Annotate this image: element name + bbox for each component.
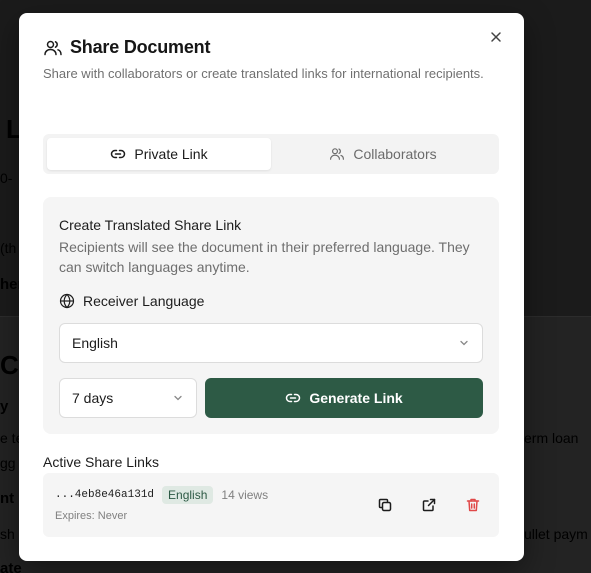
share-link-row: ...4eb8e46a131d English 14 views Expires… [43,473,499,537]
receiver-language-select[interactable]: English [59,323,483,363]
close-icon [490,31,502,43]
users-icon [43,38,63,58]
card-title: Create Translated Share Link [59,217,242,233]
share-document-dialog: Share Document Share with collaborators … [19,13,524,561]
background-fragment: (th [0,240,17,256]
dialog-header: Share Document Share with collaborators … [43,37,484,83]
background-fragment: 0- [0,170,13,186]
background-fragment: sh [0,526,15,542]
tab-label: Collaborators [353,146,437,162]
receiver-language-label: Receiver Language [59,293,204,309]
open-link-button[interactable] [419,495,439,515]
tab-private-link[interactable]: Private Link [47,138,271,170]
translated-link-card: Create Translated Share Link Recipients … [43,197,499,434]
background-fragment: ullet paym [524,526,588,542]
dialog-title: Share Document [70,37,211,57]
link-expiry: Expires: Never [55,510,128,522]
background-fragment: C [0,350,19,380]
tab-collaborators[interactable]: Collaborators [271,138,495,170]
view-count: 14 views [221,488,269,502]
link-id: ...4eb8e46a131d [55,489,155,501]
external-link-icon [421,497,437,513]
background-fragment: nt [0,490,15,507]
background-fragment: erm loan [524,430,579,446]
globe-icon [59,293,75,309]
selected-expiry: 7 days [72,390,114,406]
copy-link-button[interactable] [375,495,395,515]
background-fragment: gg [0,455,16,471]
dialog-subtitle: Share with collaborators or create trans… [43,66,484,81]
tab-label: Private Link [134,146,208,162]
close-button[interactable] [486,27,506,47]
language-label-text: Receiver Language [83,293,205,309]
copy-icon [377,497,393,513]
share-tabs: Private Link Collaborators [43,134,499,174]
users-icon [329,146,345,162]
background-fragment: y [0,398,9,415]
link-icon [110,146,126,162]
language-badge: English [162,486,214,504]
chevron-down-icon [172,392,184,404]
link-icon [285,390,301,406]
selected-language: English [72,335,118,351]
chevron-down-icon [458,337,470,349]
card-description: Recipients will see the document in thei… [59,239,470,275]
trash-icon [465,497,481,513]
expiry-select[interactable]: 7 days [59,378,197,418]
generate-link-button[interactable]: Generate Link [205,378,483,418]
background-fragment: ate [0,560,22,573]
link-actions [375,495,483,515]
active-links-title: Active Share Links [43,454,159,470]
delete-link-button[interactable] [463,495,483,515]
generate-link-label: Generate Link [309,390,403,406]
